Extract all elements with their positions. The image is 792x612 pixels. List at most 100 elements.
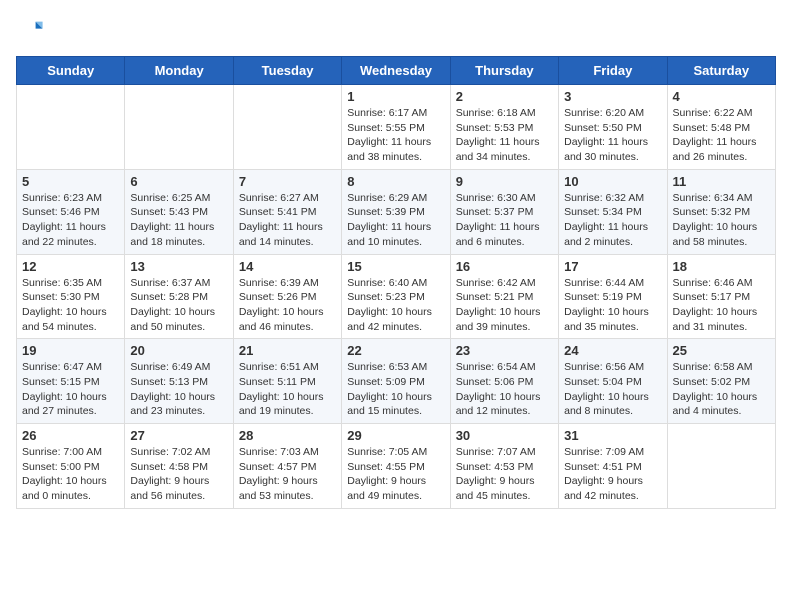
- day-info: Sunrise: 6:44 AM Sunset: 5:19 PM Dayligh…: [564, 276, 661, 335]
- calendar-cell: 19 Sunrise: 6:47 AM Sunset: 5:15 PM Dayli…: [17, 339, 125, 424]
- calendar-cell: 20Sunrise: 6:49 AM Sunset: 5:13 PM Dayli…: [125, 339, 233, 424]
- day-number: 13: [130, 259, 227, 274]
- day-number: 7: [239, 174, 336, 189]
- calendar-cell: 30 Sunrise: 7:07 AM Sunset: 4:53 PM Dayli…: [450, 424, 558, 509]
- header: [16, 16, 776, 44]
- day-number: 16: [456, 259, 553, 274]
- day-number: 30: [456, 428, 553, 443]
- day-number: 29: [347, 428, 444, 443]
- calendar-cell: 13Sunrise: 6:37 AM Sunset: 5:28 PM Dayli…: [125, 254, 233, 339]
- calendar-cell: 24 Sunrise: 6:56 AM Sunset: 5:04 PM Dayli…: [559, 339, 667, 424]
- calendar-cell: 5Sunrise: 6:23 AM Sunset: 5:46 PM Daylig…: [17, 169, 125, 254]
- calendar-cell: 6Sunrise: 6:25 AM Sunset: 5:43 PM Daylig…: [125, 169, 233, 254]
- day-info: Sunrise: 6:46 AM Sunset: 5:17 PM Dayligh…: [673, 276, 770, 335]
- calendar-cell: [125, 85, 233, 170]
- day-number: 3: [564, 89, 661, 104]
- day-info: Sunrise: 6:54 AM Sunset: 5:06 PM Dayligh…: [456, 360, 553, 419]
- calendar-week-row: 12Sunrise: 6:35 AM Sunset: 5:30 PM Dayli…: [17, 254, 776, 339]
- calendar-cell: 25 Sunrise: 6:58 AM Sunset: 5:02 PM Dayli…: [667, 339, 775, 424]
- day-number: 18: [673, 259, 770, 274]
- calendar-week-row: 26Sunrise: 7:00 AM Sunset: 5:00 PM Dayli…: [17, 424, 776, 509]
- logo-icon: [16, 16, 44, 44]
- day-number: 17: [564, 259, 661, 274]
- day-of-week-header: Sunday: [17, 57, 125, 85]
- day-info: Sunrise: 6:32 AM Sunset: 5:34 PM Dayligh…: [564, 191, 661, 250]
- day-number: 15: [347, 259, 444, 274]
- day-info: Sunrise: 7:03 AM Sunset: 4:57 PM Dayligh…: [239, 445, 336, 504]
- day-info: Sunrise: 6:27 AM Sunset: 5:41 PM Dayligh…: [239, 191, 336, 250]
- day-number: 31: [564, 428, 661, 443]
- day-info: Sunrise: 7:02 AM Sunset: 4:58 PM Dayligh…: [130, 445, 227, 504]
- logo: [16, 16, 48, 44]
- day-info: Sunrise: 6:18 AM Sunset: 5:53 PM Dayligh…: [456, 106, 553, 165]
- calendar-cell: 17 Sunrise: 6:44 AM Sunset: 5:19 PM Dayli…: [559, 254, 667, 339]
- day-info: Sunrise: 6:40 AM Sunset: 5:23 PM Dayligh…: [347, 276, 444, 335]
- calendar-cell: 15 Sunrise: 6:40 AM Sunset: 5:23 PM Dayli…: [342, 254, 450, 339]
- day-info: Sunrise: 7:05 AM Sunset: 4:55 PM Dayligh…: [347, 445, 444, 504]
- calendar-cell: 23 Sunrise: 6:54 AM Sunset: 5:06 PM Dayli…: [450, 339, 558, 424]
- day-number: 12: [22, 259, 119, 274]
- calendar-cell: 14 Sunrise: 6:39 AM Sunset: 5:26 PM Dayli…: [233, 254, 341, 339]
- day-of-week-header: Monday: [125, 57, 233, 85]
- day-number: 5: [22, 174, 119, 189]
- day-number: 27: [130, 428, 227, 443]
- calendar-cell: 1Sunrise: 6:17 AM Sunset: 5:55 PM Daylig…: [342, 85, 450, 170]
- calendar-cell: 29 Sunrise: 7:05 AM Sunset: 4:55 PM Dayli…: [342, 424, 450, 509]
- calendar-week-row: 1Sunrise: 6:17 AM Sunset: 5:55 PM Daylig…: [17, 85, 776, 170]
- day-info: Sunrise: 6:20 AM Sunset: 5:50 PM Dayligh…: [564, 106, 661, 165]
- day-of-week-header: Wednesday: [342, 57, 450, 85]
- day-number: 22: [347, 343, 444, 358]
- calendar-cell: 7 Sunrise: 6:27 AM Sunset: 5:41 PM Daylig…: [233, 169, 341, 254]
- day-info: Sunrise: 6:51 AM Sunset: 5:11 PM Dayligh…: [239, 360, 336, 419]
- day-number: 14: [239, 259, 336, 274]
- day-number: 6: [130, 174, 227, 189]
- day-number: 21: [239, 343, 336, 358]
- calendar-cell: 4Sunrise: 6:22 AM Sunset: 5:48 PM Daylig…: [667, 85, 775, 170]
- day-number: 20: [130, 343, 227, 358]
- calendar-cell: 21 Sunrise: 6:51 AM Sunset: 5:11 PM Dayli…: [233, 339, 341, 424]
- day-of-week-header: Saturday: [667, 57, 775, 85]
- calendar: SundayMondayTuesdayWednesdayThursdayFrid…: [16, 56, 776, 509]
- calendar-cell: 11 Sunrise: 6:34 AM Sunset: 5:32 PM Dayli…: [667, 169, 775, 254]
- day-number: 28: [239, 428, 336, 443]
- calendar-week-row: 5Sunrise: 6:23 AM Sunset: 5:46 PM Daylig…: [17, 169, 776, 254]
- day-number: 11: [673, 174, 770, 189]
- day-of-week-header: Thursday: [450, 57, 558, 85]
- day-info: Sunrise: 6:22 AM Sunset: 5:48 PM Dayligh…: [673, 106, 770, 165]
- day-info: Sunrise: 6:47 AM Sunset: 5:15 PM Dayligh…: [22, 360, 119, 419]
- calendar-cell: [17, 85, 125, 170]
- day-info: Sunrise: 7:09 AM Sunset: 4:51 PM Dayligh…: [564, 445, 661, 504]
- day-info: Sunrise: 6:17 AM Sunset: 5:55 PM Dayligh…: [347, 106, 444, 165]
- calendar-header-row: SundayMondayTuesdayWednesdayThursdayFrid…: [17, 57, 776, 85]
- day-number: 9: [456, 174, 553, 189]
- calendar-cell: [667, 424, 775, 509]
- calendar-cell: 27 Sunrise: 7:02 AM Sunset: 4:58 PM Dayli…: [125, 424, 233, 509]
- day-number: 19: [22, 343, 119, 358]
- day-info: Sunrise: 6:39 AM Sunset: 5:26 PM Dayligh…: [239, 276, 336, 335]
- calendar-cell: 31 Sunrise: 7:09 AM Sunset: 4:51 PM Dayli…: [559, 424, 667, 509]
- calendar-cell: 10Sunrise: 6:32 AM Sunset: 5:34 PM Dayli…: [559, 169, 667, 254]
- day-of-week-header: Tuesday: [233, 57, 341, 85]
- calendar-cell: 2Sunrise: 6:18 AM Sunset: 5:53 PM Daylig…: [450, 85, 558, 170]
- day-number: 23: [456, 343, 553, 358]
- calendar-cell: 22Sunrise: 6:53 AM Sunset: 5:09 PM Dayli…: [342, 339, 450, 424]
- day-info: Sunrise: 6:29 AM Sunset: 5:39 PM Dayligh…: [347, 191, 444, 250]
- calendar-cell: 18 Sunrise: 6:46 AM Sunset: 5:17 PM Dayli…: [667, 254, 775, 339]
- day-info: Sunrise: 7:07 AM Sunset: 4:53 PM Dayligh…: [456, 445, 553, 504]
- calendar-cell: 8 Sunrise: 6:29 AM Sunset: 5:39 PM Daylig…: [342, 169, 450, 254]
- day-number: 24: [564, 343, 661, 358]
- day-number: 25: [673, 343, 770, 358]
- day-info: Sunrise: 6:34 AM Sunset: 5:32 PM Dayligh…: [673, 191, 770, 250]
- calendar-cell: 3 Sunrise: 6:20 AM Sunset: 5:50 PM Daylig…: [559, 85, 667, 170]
- day-info: Sunrise: 6:56 AM Sunset: 5:04 PM Dayligh…: [564, 360, 661, 419]
- day-info: Sunrise: 6:58 AM Sunset: 5:02 PM Dayligh…: [673, 360, 770, 419]
- calendar-week-row: 19 Sunrise: 6:47 AM Sunset: 5:15 PM Dayli…: [17, 339, 776, 424]
- calendar-cell: 28 Sunrise: 7:03 AM Sunset: 4:57 PM Dayli…: [233, 424, 341, 509]
- day-number: 8: [347, 174, 444, 189]
- calendar-cell: 16Sunrise: 6:42 AM Sunset: 5:21 PM Dayli…: [450, 254, 558, 339]
- day-info: Sunrise: 6:30 AM Sunset: 5:37 PM Dayligh…: [456, 191, 553, 250]
- calendar-cell: 9 Sunrise: 6:30 AM Sunset: 5:37 PM Daylig…: [450, 169, 558, 254]
- calendar-cell: 12Sunrise: 6:35 AM Sunset: 5:30 PM Dayli…: [17, 254, 125, 339]
- day-info: Sunrise: 7:00 AM Sunset: 5:00 PM Dayligh…: [22, 445, 119, 504]
- calendar-cell: 26Sunrise: 7:00 AM Sunset: 5:00 PM Dayli…: [17, 424, 125, 509]
